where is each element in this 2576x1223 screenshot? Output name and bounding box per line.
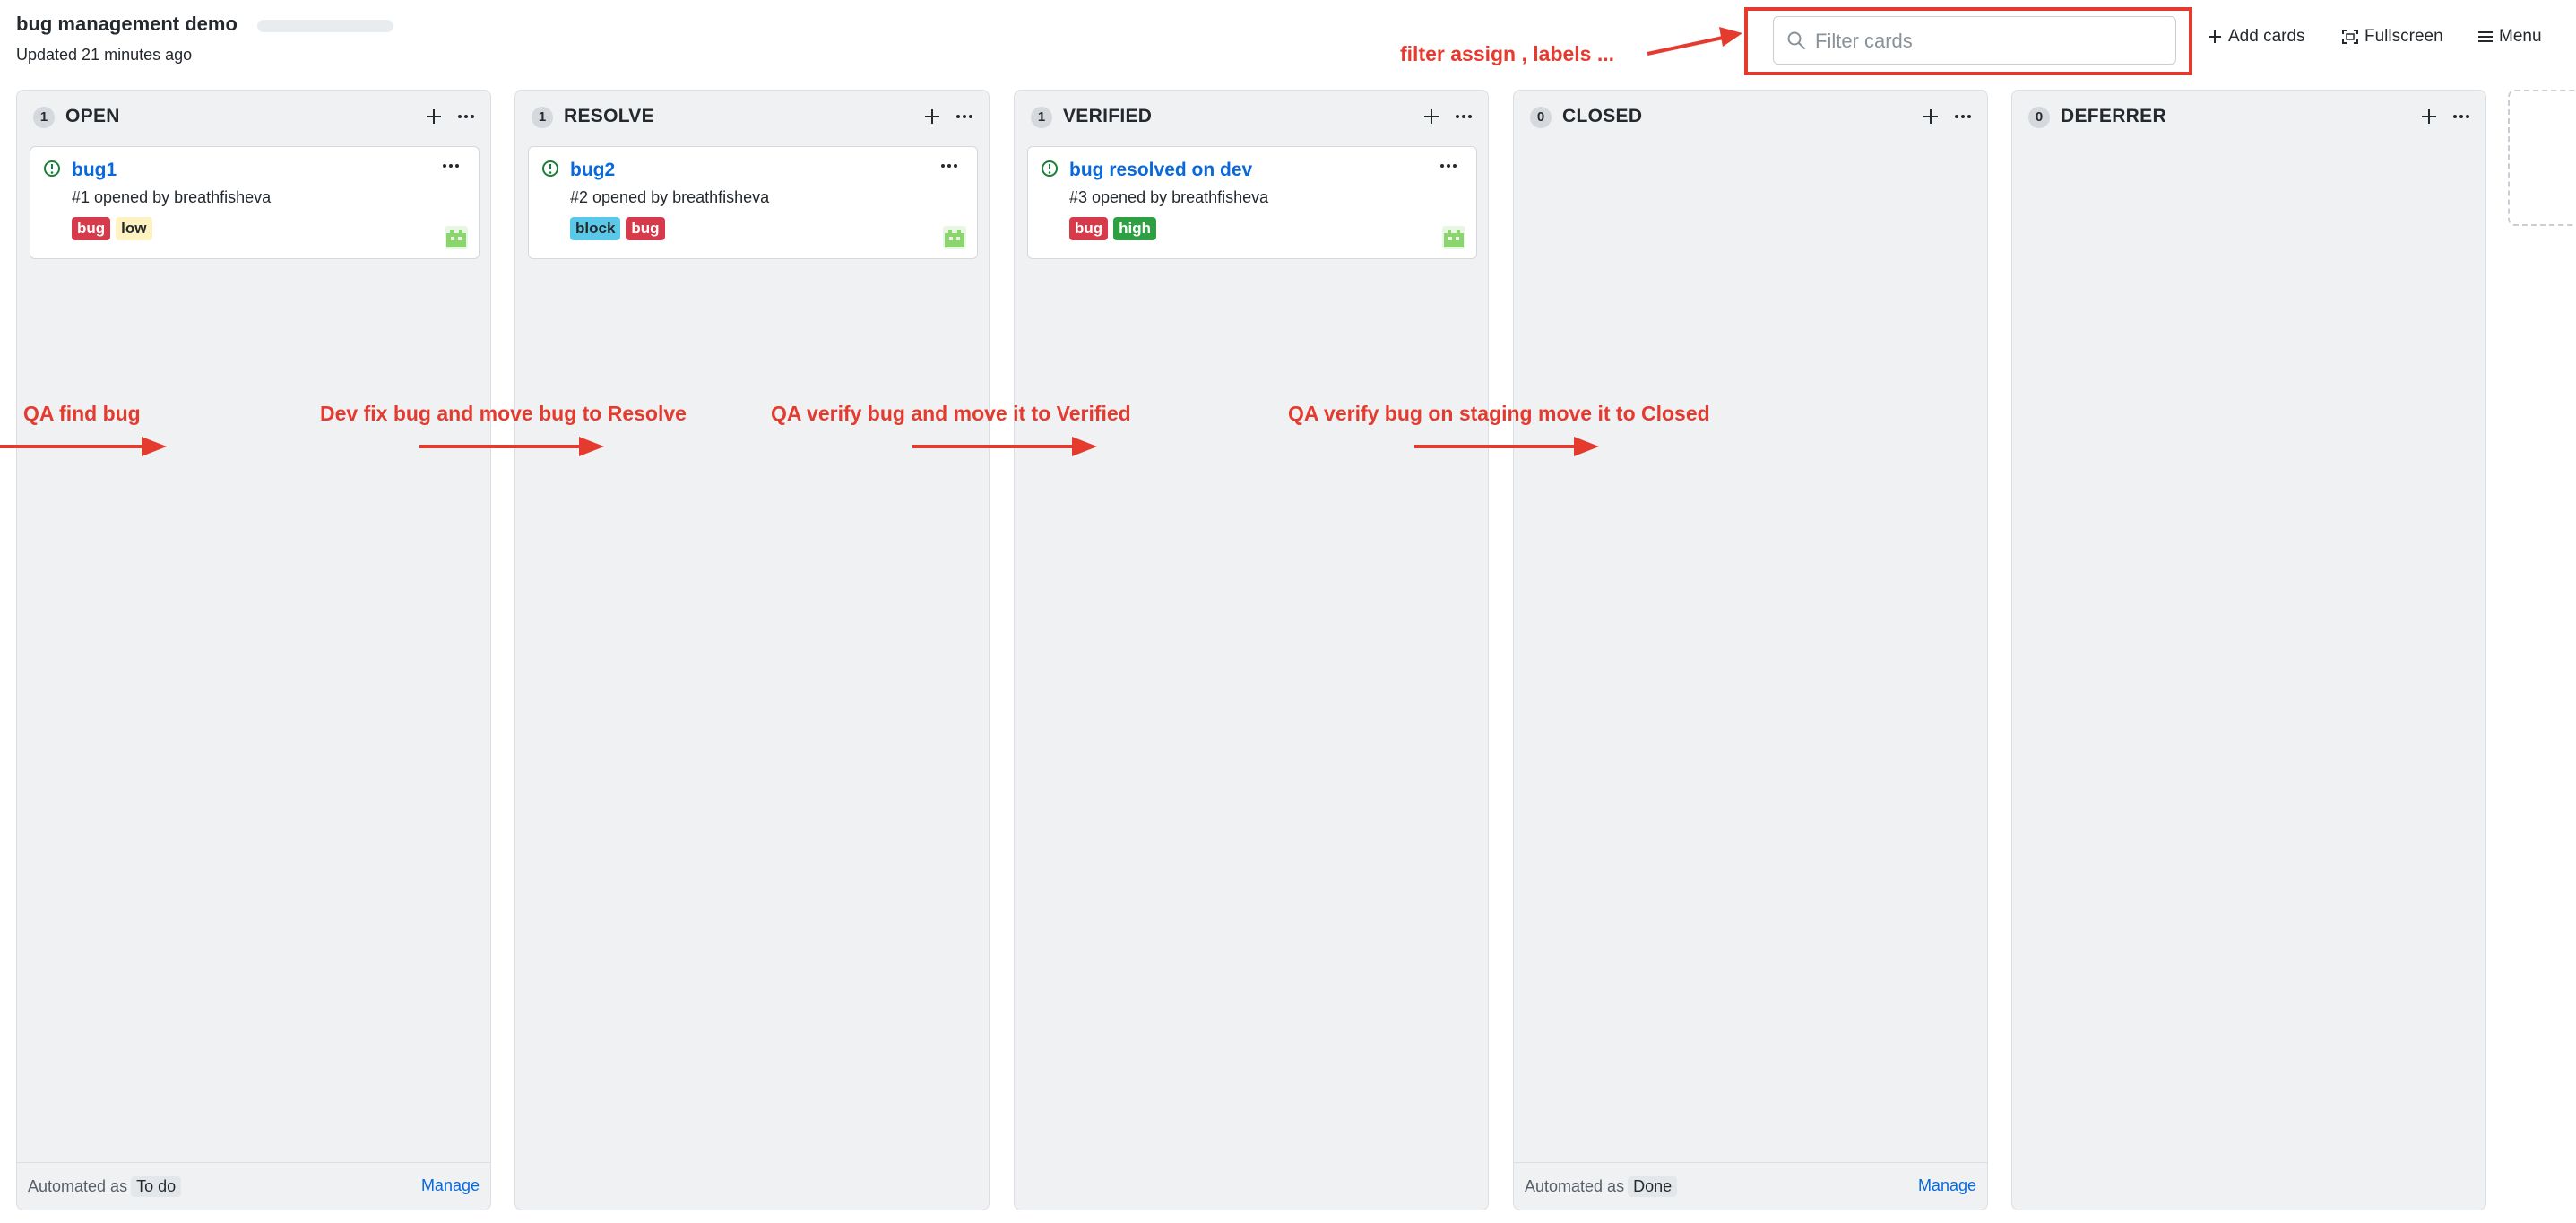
avatar[interactable] xyxy=(943,226,966,254)
avatar[interactable] xyxy=(1442,226,1465,254)
issue-author-link[interactable]: breathfisheva xyxy=(672,188,769,206)
annotation-qa-find: QA find bug xyxy=(23,402,141,425)
add-card-icon[interactable] xyxy=(424,107,444,131)
updated-timestamp: Updated 21 minutes ago xyxy=(16,46,193,64)
search-icon xyxy=(1786,30,1806,55)
annotation-qa-staging: QA verify bug on staging move it to Clos… xyxy=(1288,402,1710,425)
column-more-icon[interactable] xyxy=(1953,107,1973,131)
manage-automation-link[interactable]: Manage xyxy=(421,1176,480,1195)
add-card-icon[interactable] xyxy=(1422,107,1441,131)
issue-title-link[interactable]: bug2 xyxy=(570,160,615,181)
column-count-badge: 0 xyxy=(2028,107,2050,128)
card-more-icon[interactable] xyxy=(441,158,461,174)
column-resolve: 1 RESOLVE bug2 #2 opened by breathfishev… xyxy=(514,90,990,1210)
column-count-badge: 0 xyxy=(1530,107,1552,128)
hamburger-icon xyxy=(2477,30,2494,44)
label-block[interactable]: block xyxy=(570,217,621,240)
issue-card[interactable]: bug resolved on dev #3 opened by breathf… xyxy=(1027,146,1477,259)
project-title: bug management demo xyxy=(16,13,238,35)
annotation-qa-verify: QA verify bug and move it to Verified xyxy=(771,402,1131,425)
issue-author-link[interactable]: breathfisheva xyxy=(1171,188,1268,206)
menu-button[interactable]: Menu xyxy=(2477,27,2542,47)
issue-author-link[interactable]: breathfisheva xyxy=(174,188,271,206)
card-more-icon[interactable] xyxy=(1439,158,1458,174)
column-closed: 0 CLOSED Automated as Done Manage xyxy=(1513,90,1988,1210)
column-count-badge: 1 xyxy=(532,107,553,128)
menu-label: Menu xyxy=(2499,27,2542,46)
automated-as-text: Automated as xyxy=(28,1177,128,1195)
column-count-badge: 1 xyxy=(33,107,55,128)
column-deferrer: 0 DEFERRER xyxy=(2011,90,2486,1210)
arrow-filter xyxy=(1647,27,1742,56)
issue-number: #2 opened by xyxy=(570,188,669,206)
issue-number: #1 opened by xyxy=(72,188,170,206)
filter-cards-input[interactable] xyxy=(1813,17,2166,65)
fullscreen-button[interactable]: Fullscreen xyxy=(2341,27,2443,47)
automated-as-text: Automated as xyxy=(1525,1177,1625,1195)
issue-card[interactable]: bug1 #1 opened by breathfisheva bug low xyxy=(30,146,480,259)
label-high[interactable]: high xyxy=(1113,217,1157,240)
open-issue-icon xyxy=(43,160,61,182)
card-more-icon[interactable] xyxy=(939,158,959,174)
column-name: RESOLVE xyxy=(564,106,654,126)
label-low[interactable]: low xyxy=(116,217,152,240)
project-progress-bar xyxy=(257,20,393,32)
add-card-icon[interactable] xyxy=(1921,107,1941,131)
label-bug[interactable]: bug xyxy=(626,217,665,240)
issue-title-link[interactable]: bug resolved on dev xyxy=(1069,160,1252,181)
issue-card[interactable]: bug2 #2 opened by breathfisheva block bu… xyxy=(528,146,978,259)
issue-meta: #1 opened by breathfisheva xyxy=(72,188,271,207)
column-more-icon[interactable] xyxy=(2451,107,2471,131)
column-header: 1 OPEN xyxy=(17,91,490,144)
plus-icon xyxy=(2207,29,2223,45)
automation-status: Automated as To do xyxy=(28,1176,182,1197)
column-header: 1 RESOLVE xyxy=(515,91,989,144)
issue-number: #3 opened by xyxy=(1069,188,1168,206)
column-more-icon[interactable] xyxy=(456,107,476,131)
column-header: 0 DEFERRER xyxy=(2012,91,2485,144)
automation-tag: To do xyxy=(131,1176,182,1197)
column-name: OPEN xyxy=(65,106,120,126)
column-header: 1 VERIFIED xyxy=(1015,91,1488,144)
label-list: block bug xyxy=(570,217,665,240)
label-bug[interactable]: bug xyxy=(1069,217,1109,240)
manage-automation-link[interactable]: Manage xyxy=(1918,1176,1976,1195)
add-cards-button[interactable]: Add cards xyxy=(2207,27,2305,47)
open-issue-icon xyxy=(1041,160,1059,182)
add-card-icon[interactable] xyxy=(2419,107,2439,131)
issue-meta: #2 opened by breathfisheva xyxy=(570,188,769,207)
label-bug[interactable]: bug xyxy=(72,217,111,240)
avatar[interactable] xyxy=(445,226,468,254)
annotation-dev-fix: Dev fix bug and move bug to Resolve xyxy=(320,402,687,425)
column-more-icon[interactable] xyxy=(1454,107,1474,131)
column-footer: Automated as Done Manage xyxy=(1514,1162,1987,1210)
issue-meta: #3 opened by breathfisheva xyxy=(1069,188,1268,207)
label-list: bug low xyxy=(72,217,152,240)
column-open: 1 OPEN bug1 #1 opened by breathfisheva b… xyxy=(16,90,491,1210)
column-verified: 1 VERIFIED bug resolved on dev #3 opened… xyxy=(1014,90,1489,1210)
open-issue-icon xyxy=(541,160,559,182)
add-cards-label: Add cards xyxy=(2228,27,2305,46)
column-name: VERIFIED xyxy=(1063,106,1153,126)
label-list: bug high xyxy=(1069,217,1157,240)
column-more-icon[interactable] xyxy=(955,107,974,131)
column-header: 0 CLOSED xyxy=(1514,91,1987,144)
fullscreen-icon xyxy=(2341,29,2359,45)
column-name: DEFERRER xyxy=(2061,106,2166,126)
automation-tag: Done xyxy=(1628,1176,1678,1197)
column-name: CLOSED xyxy=(1562,106,1643,126)
add-card-icon[interactable] xyxy=(922,107,942,131)
add-column-placeholder[interactable] xyxy=(2508,90,2576,226)
automation-status: Automated as Done xyxy=(1525,1176,1678,1197)
column-footer: Automated as To do Manage xyxy=(17,1162,490,1210)
filter-field[interactable] xyxy=(1773,16,2176,65)
annotation-filter: filter assign , labels ... xyxy=(1400,42,1615,65)
issue-title-link[interactable]: bug1 xyxy=(72,160,117,181)
column-count-badge: 1 xyxy=(1031,107,1052,128)
fullscreen-label: Fullscreen xyxy=(2364,27,2443,46)
